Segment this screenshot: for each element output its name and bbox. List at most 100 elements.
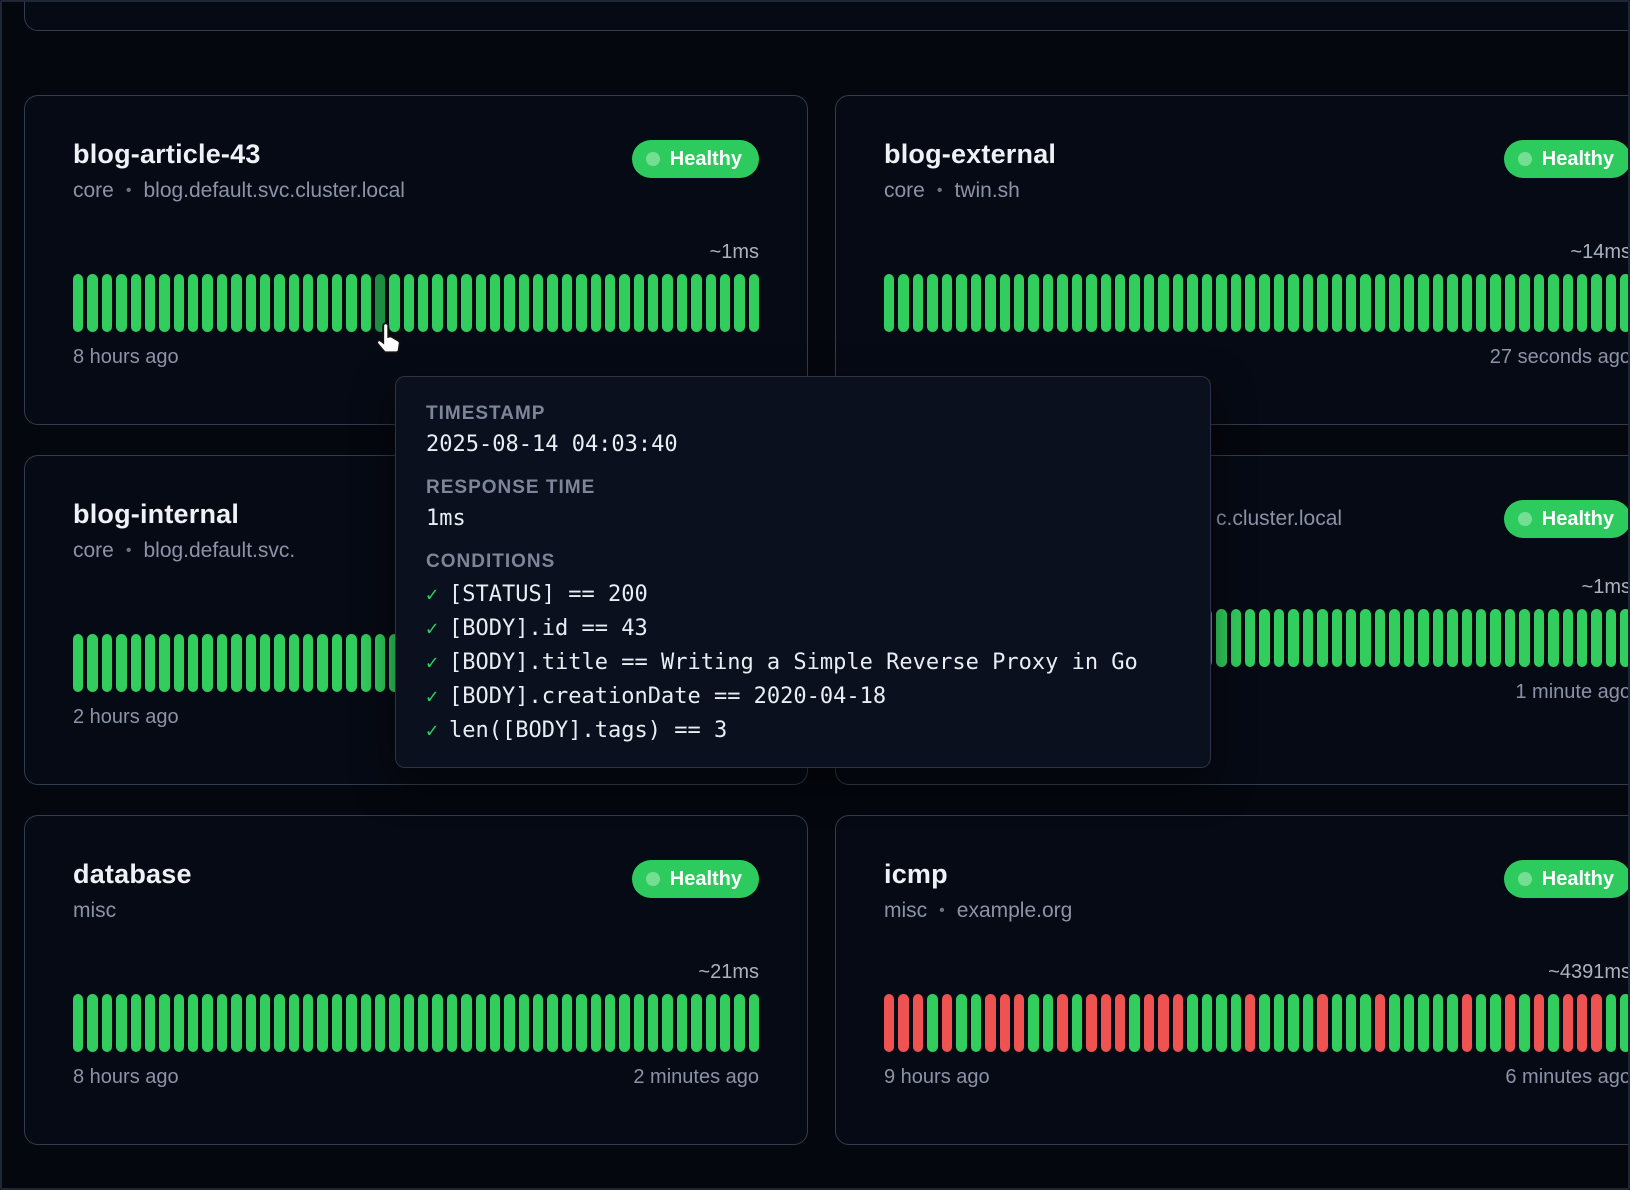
up-bar[interactable] <box>1418 609 1428 667</box>
up-bar[interactable] <box>1187 994 1197 1052</box>
up-bar[interactable] <box>1490 609 1500 667</box>
uptime-bars-strip[interactable] <box>884 274 1630 332</box>
up-bar[interactable] <box>1534 274 1544 332</box>
down-bar[interactable] <box>1144 994 1154 1052</box>
up-bar[interactable] <box>289 634 299 692</box>
up-bar[interactable] <box>1288 994 1298 1052</box>
up-bar[interactable] <box>1375 609 1385 667</box>
up-bar[interactable] <box>145 634 155 692</box>
up-bar[interactable] <box>188 634 198 692</box>
uptime-bars-strip[interactable] <box>73 274 759 332</box>
up-bar[interactable] <box>476 274 486 332</box>
up-bar[interactable] <box>1404 274 1414 332</box>
up-bar[interactable] <box>289 994 299 1052</box>
up-bar[interactable] <box>188 994 198 1052</box>
up-bar[interactable] <box>246 994 256 1052</box>
up-bar[interactable] <box>562 994 572 1052</box>
up-bar[interactable] <box>131 274 141 332</box>
up-bar[interactable] <box>1447 609 1457 667</box>
up-bar[interactable] <box>519 994 529 1052</box>
up-bar[interactable] <box>1129 994 1139 1052</box>
up-bar[interactable] <box>1577 609 1587 667</box>
up-bar[interactable] <box>1360 609 1370 667</box>
up-bar[interactable] <box>971 274 981 332</box>
up-bar[interactable] <box>145 274 155 332</box>
up-bar[interactable] <box>1591 609 1601 667</box>
up-bar[interactable] <box>87 994 97 1052</box>
endpoint-card-partial-top[interactable] <box>24 0 1630 31</box>
up-bar[interactable] <box>691 994 701 1052</box>
up-bar[interactable] <box>174 994 184 1052</box>
up-bar[interactable] <box>1433 994 1443 1052</box>
up-bar[interactable] <box>432 994 442 1052</box>
up-bar[interactable] <box>1129 274 1139 332</box>
up-bar[interactable] <box>1274 274 1284 332</box>
up-bar[interactable] <box>591 274 601 332</box>
up-bar[interactable] <box>274 634 284 692</box>
down-bar[interactable] <box>1245 994 1255 1052</box>
up-bar[interactable] <box>576 994 586 1052</box>
up-bar[interactable] <box>1476 994 1486 1052</box>
uptime-bars-strip[interactable] <box>73 994 759 1052</box>
up-bar[interactable] <box>1317 609 1327 667</box>
up-bar[interactable] <box>547 274 557 332</box>
up-bar[interactable] <box>1375 274 1385 332</box>
up-bar[interactable] <box>131 634 141 692</box>
up-bar[interactable] <box>749 274 759 332</box>
up-bar[interactable] <box>1519 994 1529 1052</box>
up-bar[interactable] <box>159 994 169 1052</box>
up-bar[interactable] <box>1216 609 1226 667</box>
up-bar[interactable] <box>317 634 327 692</box>
up-bar[interactable] <box>1433 274 1443 332</box>
up-bar[interactable] <box>1360 994 1370 1052</box>
up-bar[interactable] <box>375 634 385 692</box>
up-bar[interactable] <box>1606 994 1616 1052</box>
up-bar[interactable] <box>87 274 97 332</box>
up-bar[interactable] <box>1332 994 1342 1052</box>
up-bar[interactable] <box>274 274 284 332</box>
up-bar[interactable] <box>1144 274 1154 332</box>
up-bar[interactable] <box>476 994 486 1052</box>
up-bar[interactable] <box>634 274 644 332</box>
up-bar[interactable] <box>346 634 356 692</box>
down-bar[interactable] <box>985 994 995 1052</box>
up-bar[interactable] <box>1101 274 1111 332</box>
up-bar[interactable] <box>1303 994 1313 1052</box>
up-bar[interactable] <box>1548 609 1558 667</box>
up-bar[interactable] <box>418 274 428 332</box>
up-bar[interactable] <box>174 274 184 332</box>
up-bar[interactable] <box>490 274 500 332</box>
up-bar[interactable] <box>1620 994 1630 1052</box>
up-bar[interactable] <box>677 994 687 1052</box>
up-bar[interactable] <box>246 634 256 692</box>
up-bar[interactable] <box>246 274 256 332</box>
up-bar[interactable] <box>73 994 83 1052</box>
up-bar[interactable] <box>102 634 112 692</box>
up-bar[interactable] <box>202 274 212 332</box>
up-bar[interactable] <box>1043 994 1053 1052</box>
up-bar[interactable] <box>1490 994 1500 1052</box>
down-bar[interactable] <box>913 994 923 1052</box>
down-bar[interactable] <box>1086 994 1096 1052</box>
down-bar[interactable] <box>1173 994 1183 1052</box>
up-bar[interactable] <box>691 274 701 332</box>
up-bar[interactable] <box>634 994 644 1052</box>
up-bar[interactable] <box>260 274 270 332</box>
up-bar[interactable] <box>884 274 894 332</box>
up-bar[interactable] <box>706 274 716 332</box>
up-bar[interactable] <box>576 274 586 332</box>
uptime-bars-strip[interactable] <box>884 994 1630 1052</box>
up-bar[interactable] <box>1606 609 1616 667</box>
up-bar[interactable] <box>461 274 471 332</box>
up-bar[interactable] <box>231 274 241 332</box>
up-bar[interactable] <box>1216 994 1226 1052</box>
up-bar[interactable] <box>662 994 672 1052</box>
up-bar[interactable] <box>188 274 198 332</box>
up-bar[interactable] <box>1606 274 1616 332</box>
up-bar[interactable] <box>1591 274 1601 332</box>
up-bar[interactable] <box>1418 994 1428 1052</box>
up-bar[interactable] <box>1389 994 1399 1052</box>
up-bar[interactable] <box>1216 274 1226 332</box>
up-bar[interactable] <box>346 994 356 1052</box>
down-bar[interactable] <box>1591 994 1601 1052</box>
